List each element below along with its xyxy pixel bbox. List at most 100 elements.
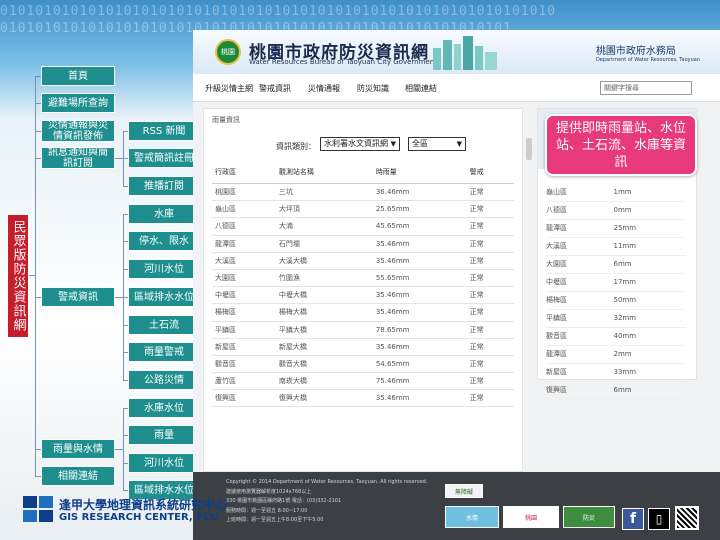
- header-district: 行政區: [212, 161, 276, 184]
- node-rain-water[interactable]: 雨量與水情: [41, 439, 115, 459]
- side-row: 龍潭區 25mm: [546, 219, 686, 238]
- node-rss-news[interactable]: RSS 新聞: [128, 121, 200, 141]
- rain-table-body: 桃園區 三坑 36.46mm 正常 龜山區 大坪頂 25.65mm 正常 八德區 大湳 45.65m…: [212, 183, 514, 408]
- footer-line: 上班時間：週一至週五上午8:00至下午5:00: [226, 517, 324, 523]
- side-cell-value: 17mm: [613, 273, 686, 292]
- source-select-value: 水利署水文資訊網: [324, 139, 388, 148]
- side-cell-value: 6mm: [613, 381, 686, 400]
- search-input[interactable]: 關鍵字搜尋: [600, 81, 692, 95]
- tree-connector: [35, 76, 36, 476]
- cell-district: 龍潭區: [212, 235, 276, 253]
- cell-rainfall: 55.65mm: [372, 269, 467, 288]
- cell-station: 新屋大橋: [275, 338, 373, 356]
- cell-district: 復興區: [212, 389, 276, 408]
- cell-alert: 正常: [466, 372, 514, 391]
- node-push-subscribe[interactable]: 推播訂閱: [128, 176, 200, 196]
- cell-station: 中壢大橋: [275, 286, 373, 305]
- side-cell-value: 11mm: [613, 237, 686, 256]
- cell-rainfall: 25.65mm: [372, 200, 467, 219]
- qr-code-icon[interactable]: [675, 506, 699, 530]
- cell-alert: 正常: [466, 338, 514, 356]
- side-cell-value: 40mm: [613, 327, 686, 346]
- node-alert-info[interactable]: 警戒資訊: [41, 287, 115, 307]
- website-screenshot: 桃園 桃園市政府防災資訊網 Water Resources Bureau of …: [193, 30, 720, 540]
- cell-station: 南崁大橋: [275, 372, 373, 391]
- side-row: 大溪區 11mm: [546, 237, 686, 256]
- side-cell-value: 2mm: [613, 345, 686, 364]
- side-cell-value: 50mm: [613, 291, 686, 310]
- node-home[interactable]: 首頁: [41, 66, 115, 86]
- taoyuan-link-badge[interactable]: 桃園: [503, 506, 559, 528]
- rain-content: 雨量資訊 資訊類別： 水利署水文資訊網 ▼ 全區 ▼ 行政區 觀測站名稱 時雨量…: [203, 108, 523, 472]
- node-rainfall[interactable]: 雨量: [128, 425, 200, 445]
- side-cell-district: 觀音區: [546, 327, 614, 346]
- side-row: 新屋區 33mm: [546, 363, 686, 382]
- node-disaster-report[interactable]: 災情通報與災情資訊發佈: [41, 120, 115, 142]
- node-related-links[interactable]: 相關連結: [41, 466, 115, 486]
- table-row: 平鎮區 平鎮大橋 78.65mm 正常: [212, 321, 514, 339]
- nav-item-upgrade[interactable]: 升級災情主網: [205, 83, 253, 94]
- side-cell-district: 龍潭區: [546, 219, 614, 238]
- district-select[interactable]: 全區 ▼: [408, 137, 466, 151]
- rain-table: 行政區 觀測站名稱 時雨量 警戒 桃園區 三坑 36.46mm 正常 龜山區 大坪頂 25.…: [212, 161, 514, 408]
- scrollbar[interactable]: [526, 138, 532, 160]
- side-table: 龜山區 1mm 八德區 0mm 龍潭區 25mm 大溪區 11mm 大園區 6mm 中壢區 17mm 楊…: [546, 183, 686, 400]
- cell-alert: 正常: [466, 269, 514, 288]
- tree-connector: [115, 158, 123, 159]
- cell-rainfall: 75.46mm: [372, 372, 467, 391]
- side-cell-value: 33mm: [613, 363, 686, 382]
- node-river-level-2[interactable]: 河川水位: [128, 453, 200, 473]
- node-river-level[interactable]: 河川水位: [128, 259, 200, 279]
- mobile-icon[interactable]: ▯: [648, 508, 670, 530]
- cell-station: 竹圍漁: [275, 269, 373, 288]
- cell-station: 大溪大橋: [275, 252, 373, 270]
- nav-item-knowledge[interactable]: 防災知識: [357, 83, 389, 94]
- node-rain-alert[interactable]: 雨量警戒: [128, 342, 200, 362]
- cell-rainfall: 35.46mm: [372, 338, 467, 356]
- callout-note: 提供即時雨量站、水位站、土石流、水庫等資訊: [545, 114, 697, 176]
- cell-station: 楊梅大橋: [275, 303, 373, 322]
- source-select[interactable]: 水利署水文資訊網 ▼: [320, 137, 400, 151]
- nav-item-report[interactable]: 災情通報: [308, 83, 340, 94]
- nav-item-alert[interactable]: 警戒資訊: [259, 83, 291, 94]
- site-subtitle: Water Resources Bureau of Taoyuan City G…: [249, 58, 437, 66]
- cell-station: 觀音大橋: [275, 355, 373, 374]
- cell-district: 蘆竹區: [212, 372, 276, 391]
- node-notification-subscribe[interactable]: 訊息通知與簡訊訂閱: [41, 147, 115, 169]
- side-cell-district: 龍潭區: [546, 345, 614, 364]
- side-cell-value: 25mm: [613, 219, 686, 238]
- cell-alert: 正常: [466, 200, 514, 219]
- side-cell-district: 大園區: [546, 255, 614, 274]
- gis-center-logo: 逢甲大學地理資訊系統研究中心 GIS RESEARCH CENTER, FCU: [23, 493, 227, 527]
- node-sms-register[interactable]: 警戒簡訊註冊: [128, 148, 200, 168]
- water-link-badge[interactable]: 水情: [445, 506, 499, 528]
- node-reservoir[interactable]: 水庫: [128, 204, 200, 224]
- department-english: Department of Water Resources, Taoyuan: [595, 57, 700, 63]
- node-drainage-level[interactable]: 區域排水水位: [128, 287, 200, 307]
- side-cell-district: 八德區: [546, 201, 614, 220]
- side-cell-value: 6mm: [613, 255, 686, 274]
- cell-alert: 正常: [466, 321, 514, 339]
- cell-station: 石門壩: [275, 235, 373, 253]
- nav-item-links[interactable]: 相關連結: [405, 83, 437, 94]
- gis-english: GIS RESEARCH CENTER, FCU: [59, 512, 219, 523]
- node-shelter-search[interactable]: 避難場所查詢: [41, 93, 115, 113]
- side-row: 觀音區 40mm: [546, 327, 686, 346]
- node-reservoir-level[interactable]: 水庫水位: [128, 398, 200, 418]
- facebook-icon[interactable]: f: [622, 508, 644, 530]
- table-row: 大溪區 大溪大橋 35.46mm 正常: [212, 252, 514, 270]
- footer-line: 建議使用瀏覽器解析度1024x768以上: [226, 488, 312, 495]
- side-cell-value: 32mm: [613, 309, 686, 328]
- accessibility-badge[interactable]: 無障礙: [445, 484, 483, 498]
- disaster-link-badge[interactable]: 防災: [563, 506, 615, 528]
- department-title: 桃園市政府水務局: [595, 46, 676, 57]
- cell-alert: 正常: [466, 252, 514, 270]
- node-debris-flow[interactable]: 土石流: [128, 315, 200, 335]
- table-header-row: 行政區 觀測站名稱 時雨量 警戒: [212, 161, 514, 184]
- tree-connector: [115, 297, 123, 298]
- node-road-disaster[interactable]: 公路災情: [128, 370, 200, 390]
- node-water-outage[interactable]: 停水、限水: [128, 231, 200, 251]
- cell-district: 龜山區: [212, 200, 276, 219]
- side-row: 龜山區 1mm: [546, 183, 686, 202]
- side-row: 楊梅區 50mm: [546, 291, 686, 310]
